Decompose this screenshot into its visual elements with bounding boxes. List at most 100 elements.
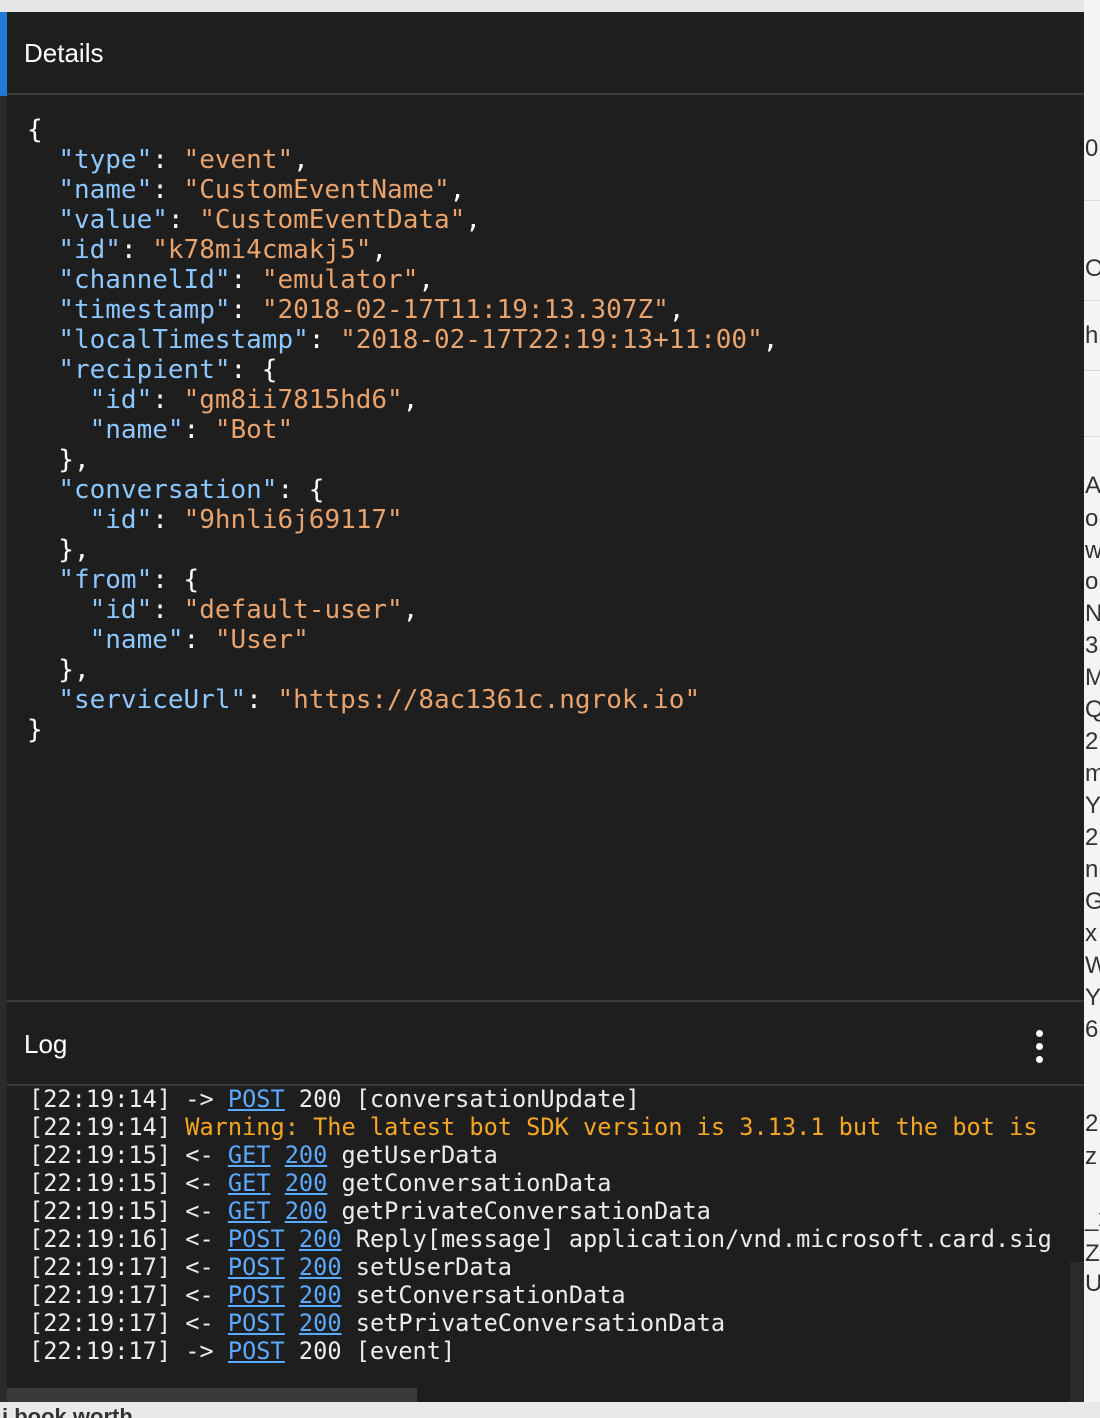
json-punct bbox=[27, 205, 58, 235]
json-punct bbox=[27, 265, 58, 295]
background-text-fragment: m bbox=[1085, 760, 1100, 787]
json-line: "value": "CustomEventData", bbox=[27, 205, 778, 235]
json-punct: : { bbox=[152, 565, 200, 595]
kebab-menu-icon[interactable] bbox=[1034, 1030, 1044, 1064]
log-link[interactable]: GET bbox=[228, 1169, 271, 1197]
log-link[interactable]: 200 bbox=[299, 1225, 342, 1253]
background-text-fragment: 3 bbox=[1085, 632, 1099, 659]
json-key: "serviceUrl" bbox=[58, 685, 247, 715]
log-text: setPrivateConversationData bbox=[341, 1309, 726, 1337]
json-punct bbox=[27, 625, 90, 655]
json-line: "type": "event", bbox=[27, 145, 778, 175]
json-line: "name": "User" bbox=[27, 625, 778, 655]
json-punct: , bbox=[293, 145, 309, 175]
json-key: "name" bbox=[58, 175, 153, 205]
log-link[interactable]: 200 bbox=[285, 1169, 328, 1197]
background-window-bottom: i book worth bbox=[0, 1402, 1100, 1418]
json-key: "recipient" bbox=[58, 355, 231, 385]
json-key: "conversation" bbox=[58, 475, 278, 505]
log-text: 200 [event] bbox=[284, 1337, 456, 1365]
log-link[interactable]: 200 bbox=[285, 1141, 328, 1169]
log-text: 200 [conversationUpdate] bbox=[284, 1085, 640, 1113]
background-text-fragment: 2 bbox=[1085, 1110, 1099, 1137]
log-title: Log bbox=[24, 1029, 68, 1059]
log-text: [22:19:16] <- bbox=[29, 1225, 228, 1253]
panel-left-edge bbox=[0, 96, 7, 1402]
log-text: setConversationData bbox=[341, 1281, 626, 1309]
json-line: "conversation": { bbox=[27, 475, 778, 505]
background-text-fragment: Y bbox=[1085, 984, 1100, 1011]
log-text: [22:19:17] <- bbox=[29, 1253, 228, 1281]
json-punct bbox=[27, 235, 58, 265]
active-panel-accent bbox=[0, 12, 7, 96]
background-text-fragment: x bbox=[1085, 920, 1097, 947]
json-key: "value" bbox=[58, 205, 168, 235]
background-window-edge: 0OhAowoN3MQ2mY2nGxWY62z_xZU bbox=[1084, 0, 1100, 1418]
background-divider bbox=[1084, 370, 1100, 371]
json-line: "name": "Bot" bbox=[27, 415, 778, 445]
json-key: "id" bbox=[89, 505, 153, 535]
log-link[interactable]: 200 bbox=[299, 1281, 342, 1309]
background-text-fragment: 2 bbox=[1085, 824, 1099, 851]
background-text-fragment: z bbox=[1085, 1143, 1097, 1170]
log-link[interactable]: POST bbox=[228, 1281, 285, 1309]
json-line: "from": { bbox=[27, 565, 778, 595]
json-punct: }, bbox=[27, 445, 90, 475]
log-link[interactable]: 200 bbox=[285, 1197, 328, 1225]
json-line: "id": "k78mi4cmakj5", bbox=[27, 235, 778, 265]
json-punct: : bbox=[167, 205, 200, 235]
json-punct: , bbox=[402, 595, 419, 625]
kebab-dot bbox=[1035, 1043, 1043, 1050]
json-punct: : bbox=[152, 175, 184, 205]
log-entry: [22:19:14] -> POST 200 [conversationUpda… bbox=[29, 1085, 1079, 1113]
json-value: "Bot" bbox=[214, 415, 294, 445]
horizontal-scrollbar[interactable] bbox=[7, 1388, 417, 1402]
log-entry: [22:19:17] <- POST 200 setPrivateConvers… bbox=[29, 1309, 1079, 1337]
json-punct bbox=[27, 175, 58, 205]
log-text: [22:19:14] -> bbox=[29, 1085, 228, 1113]
log-link[interactable]: GET bbox=[228, 1141, 271, 1169]
json-punct bbox=[27, 325, 58, 355]
log-text: setUserData bbox=[341, 1253, 513, 1281]
log-link[interactable]: POST bbox=[228, 1085, 285, 1113]
log-link[interactable]: POST bbox=[228, 1337, 285, 1365]
details-json: { "type": "event", "name": "CustomEventN… bbox=[27, 115, 778, 745]
log-link[interactable]: 200 bbox=[299, 1253, 342, 1281]
json-punct bbox=[27, 595, 90, 625]
background-text-fragment: w bbox=[1085, 537, 1100, 564]
log-link[interactable]: POST bbox=[228, 1225, 285, 1253]
log-entry: [22:19:17] -> POST 200 [event] bbox=[29, 1337, 1079, 1365]
background-text-fragment: 0 bbox=[1085, 135, 1099, 162]
background-divider bbox=[1084, 200, 1100, 201]
json-punct: : bbox=[230, 295, 262, 325]
json-key: "id" bbox=[89, 595, 153, 625]
json-punct bbox=[27, 565, 58, 595]
json-line: }, bbox=[27, 655, 778, 685]
json-punct bbox=[27, 505, 90, 535]
json-punct: : bbox=[152, 385, 184, 415]
log-entry: [22:19:15] <- GET 200 getUserData bbox=[29, 1141, 1079, 1169]
log-link[interactable]: 200 bbox=[299, 1309, 342, 1337]
json-line: "id": "9hnli6j69117" bbox=[27, 505, 778, 535]
background-text-fragment: N bbox=[1085, 600, 1100, 627]
log-list: [22:19:14] -> POST 200 [conversationUpda… bbox=[29, 1085, 1079, 1365]
vertical-scrollbar[interactable] bbox=[1070, 1262, 1084, 1402]
json-punct: , bbox=[465, 205, 481, 235]
log-link[interactable]: POST bbox=[228, 1309, 285, 1337]
log-link[interactable]: GET bbox=[228, 1197, 271, 1225]
json-punct bbox=[27, 685, 58, 715]
json-punct: : bbox=[308, 325, 341, 355]
json-value: "9hnli6j69117" bbox=[183, 505, 403, 535]
json-punct: , bbox=[762, 325, 779, 355]
log-link[interactable]: POST bbox=[228, 1253, 285, 1281]
json-line: "localTimestamp": "2018-02-17T22:19:13+1… bbox=[27, 325, 778, 355]
json-key: "localTimestamp" bbox=[58, 325, 309, 355]
json-value: "CustomEventData" bbox=[199, 205, 466, 235]
json-value: "gm8ii7815hd6" bbox=[183, 385, 403, 415]
json-punct: : bbox=[230, 265, 262, 295]
background-text-fragment: i book worth bbox=[2, 1404, 133, 1418]
